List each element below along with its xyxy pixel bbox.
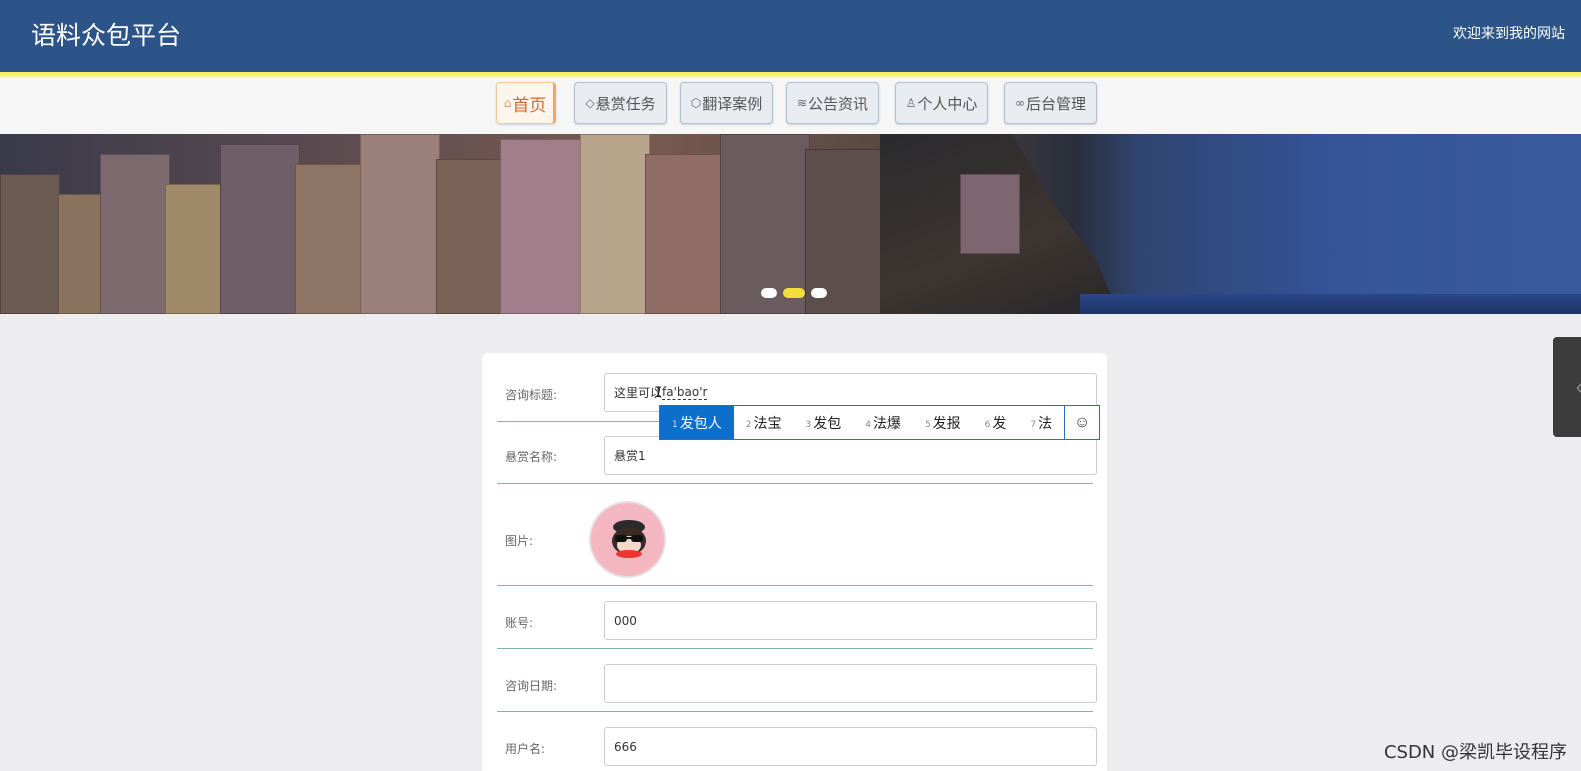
- ime-candidate-3[interactable]: 3 发包: [793, 406, 853, 439]
- account-input[interactable]: 000: [604, 601, 1097, 640]
- reward-label: 悬赏名称:: [505, 450, 558, 464]
- smiley-icon[interactable]: ☺: [1065, 405, 1101, 440]
- form-row-account: 账号: 000: [497, 586, 1097, 649]
- banner-building: [436, 159, 506, 314]
- nav-admin[interactable]: ∞ 后台管理: [1004, 82, 1097, 124]
- nav-reward-tasks[interactable]: ◇ 悬赏任务: [574, 82, 667, 124]
- nav-label: 公告资讯: [808, 94, 869, 113]
- top-header: 语料众包平台 欢迎来到我的网站: [0, 0, 1581, 72]
- chevron-left-icon: ‹: [1576, 374, 1581, 400]
- form-row-date: 咨询日期:: [497, 649, 1097, 712]
- layers-icon: ≋: [796, 96, 808, 110]
- main-nav: ⌂ 首页 ◇ 悬赏任务 ⬡ 翻译案例 ≋ 公告资讯 ♙ 个人中心 ∞ 后台管理: [0, 78, 1581, 134]
- carousel-dot[interactable]: [761, 288, 777, 298]
- ime-candidate-window: 1 发包人 2 法宝 3 发包 4 法爆 5 发报 6发 7法 ☺: [659, 405, 1109, 440]
- banner-carousel[interactable]: [0, 134, 1581, 314]
- banner-building: [645, 154, 725, 314]
- account-label: 账号:: [505, 616, 534, 630]
- ime-composition: fa'bao'r: [662, 385, 708, 400]
- date-label: 咨询日期:: [505, 679, 558, 693]
- ime-candidate-5[interactable]: 5 发报: [913, 406, 973, 439]
- banner-sea: [1080, 294, 1581, 314]
- nav-label: 翻译案例: [702, 94, 763, 113]
- banner-building: [360, 134, 440, 314]
- nav-personal-center[interactable]: ♙ 个人中心: [895, 82, 988, 124]
- image-label: 图片:: [505, 534, 534, 548]
- welcome-text: 欢迎来到我的网站: [1453, 26, 1565, 42]
- link-icon: ∞: [1014, 96, 1025, 110]
- tag-icon: ◇: [585, 96, 595, 110]
- ime-candidate-7[interactable]: 7法: [1018, 406, 1064, 439]
- username-label: 用户名:: [505, 742, 546, 756]
- banner-building: [220, 144, 300, 314]
- carousel-indicators: [761, 288, 827, 298]
- carousel-dot-active[interactable]: [783, 288, 805, 298]
- banner-building: [500, 139, 585, 314]
- nav-translation-cases[interactable]: ⬡ 翻译案例: [680, 82, 773, 124]
- banner-building: [165, 184, 225, 314]
- nav-label: 首页: [512, 95, 547, 116]
- form-row-username: 用户名: 666: [497, 712, 1097, 771]
- reward-name-input[interactable]: 悬赏1: [604, 436, 1097, 475]
- avatar-image[interactable]: [589, 501, 666, 578]
- date-input[interactable]: [604, 664, 1097, 703]
- nav-label: 后台管理: [1025, 94, 1086, 113]
- cube-icon: ⬡: [690, 96, 702, 110]
- ime-candidates: 1 发包人 2 法宝 3 发包 4 法爆 5 发报 6发 7法: [659, 405, 1066, 440]
- banner-building: [960, 174, 1020, 254]
- banner-building: [100, 154, 170, 314]
- ime-candidate-4[interactable]: 4 法爆: [853, 406, 913, 439]
- title-label: 咨询标题:: [505, 388, 558, 402]
- banner-building: [295, 164, 365, 314]
- ime-candidate-2[interactable]: 2 法宝: [734, 406, 794, 439]
- watermark: CSDN @梁凯毕设程序: [1383, 742, 1567, 763]
- ime-candidate-6[interactable]: 6发: [973, 406, 1019, 439]
- form-row-image: 图片:: [497, 484, 1093, 586]
- side-panel-toggle[interactable]: ‹: [1553, 337, 1581, 437]
- nav-label: 悬赏任务: [595, 94, 656, 113]
- banner-building: [580, 134, 650, 314]
- text-cursor-icon: I: [654, 385, 663, 401]
- user-icon: ♙: [905, 96, 917, 110]
- carousel-dot[interactable]: [811, 288, 827, 298]
- banner-building: [0, 174, 60, 314]
- nav-label: 个人中心: [917, 94, 978, 113]
- home-icon: ⌂: [503, 96, 512, 110]
- site-title[interactable]: 语料众包平台: [31, 16, 181, 52]
- nav-home[interactable]: ⌂ 首页: [496, 82, 556, 124]
- banner-building: [720, 134, 810, 314]
- ime-candidate-1[interactable]: 1 发包人: [660, 406, 734, 439]
- nav-announcements[interactable]: ≋ 公告资讯: [786, 82, 879, 124]
- username-input[interactable]: 666: [604, 727, 1097, 766]
